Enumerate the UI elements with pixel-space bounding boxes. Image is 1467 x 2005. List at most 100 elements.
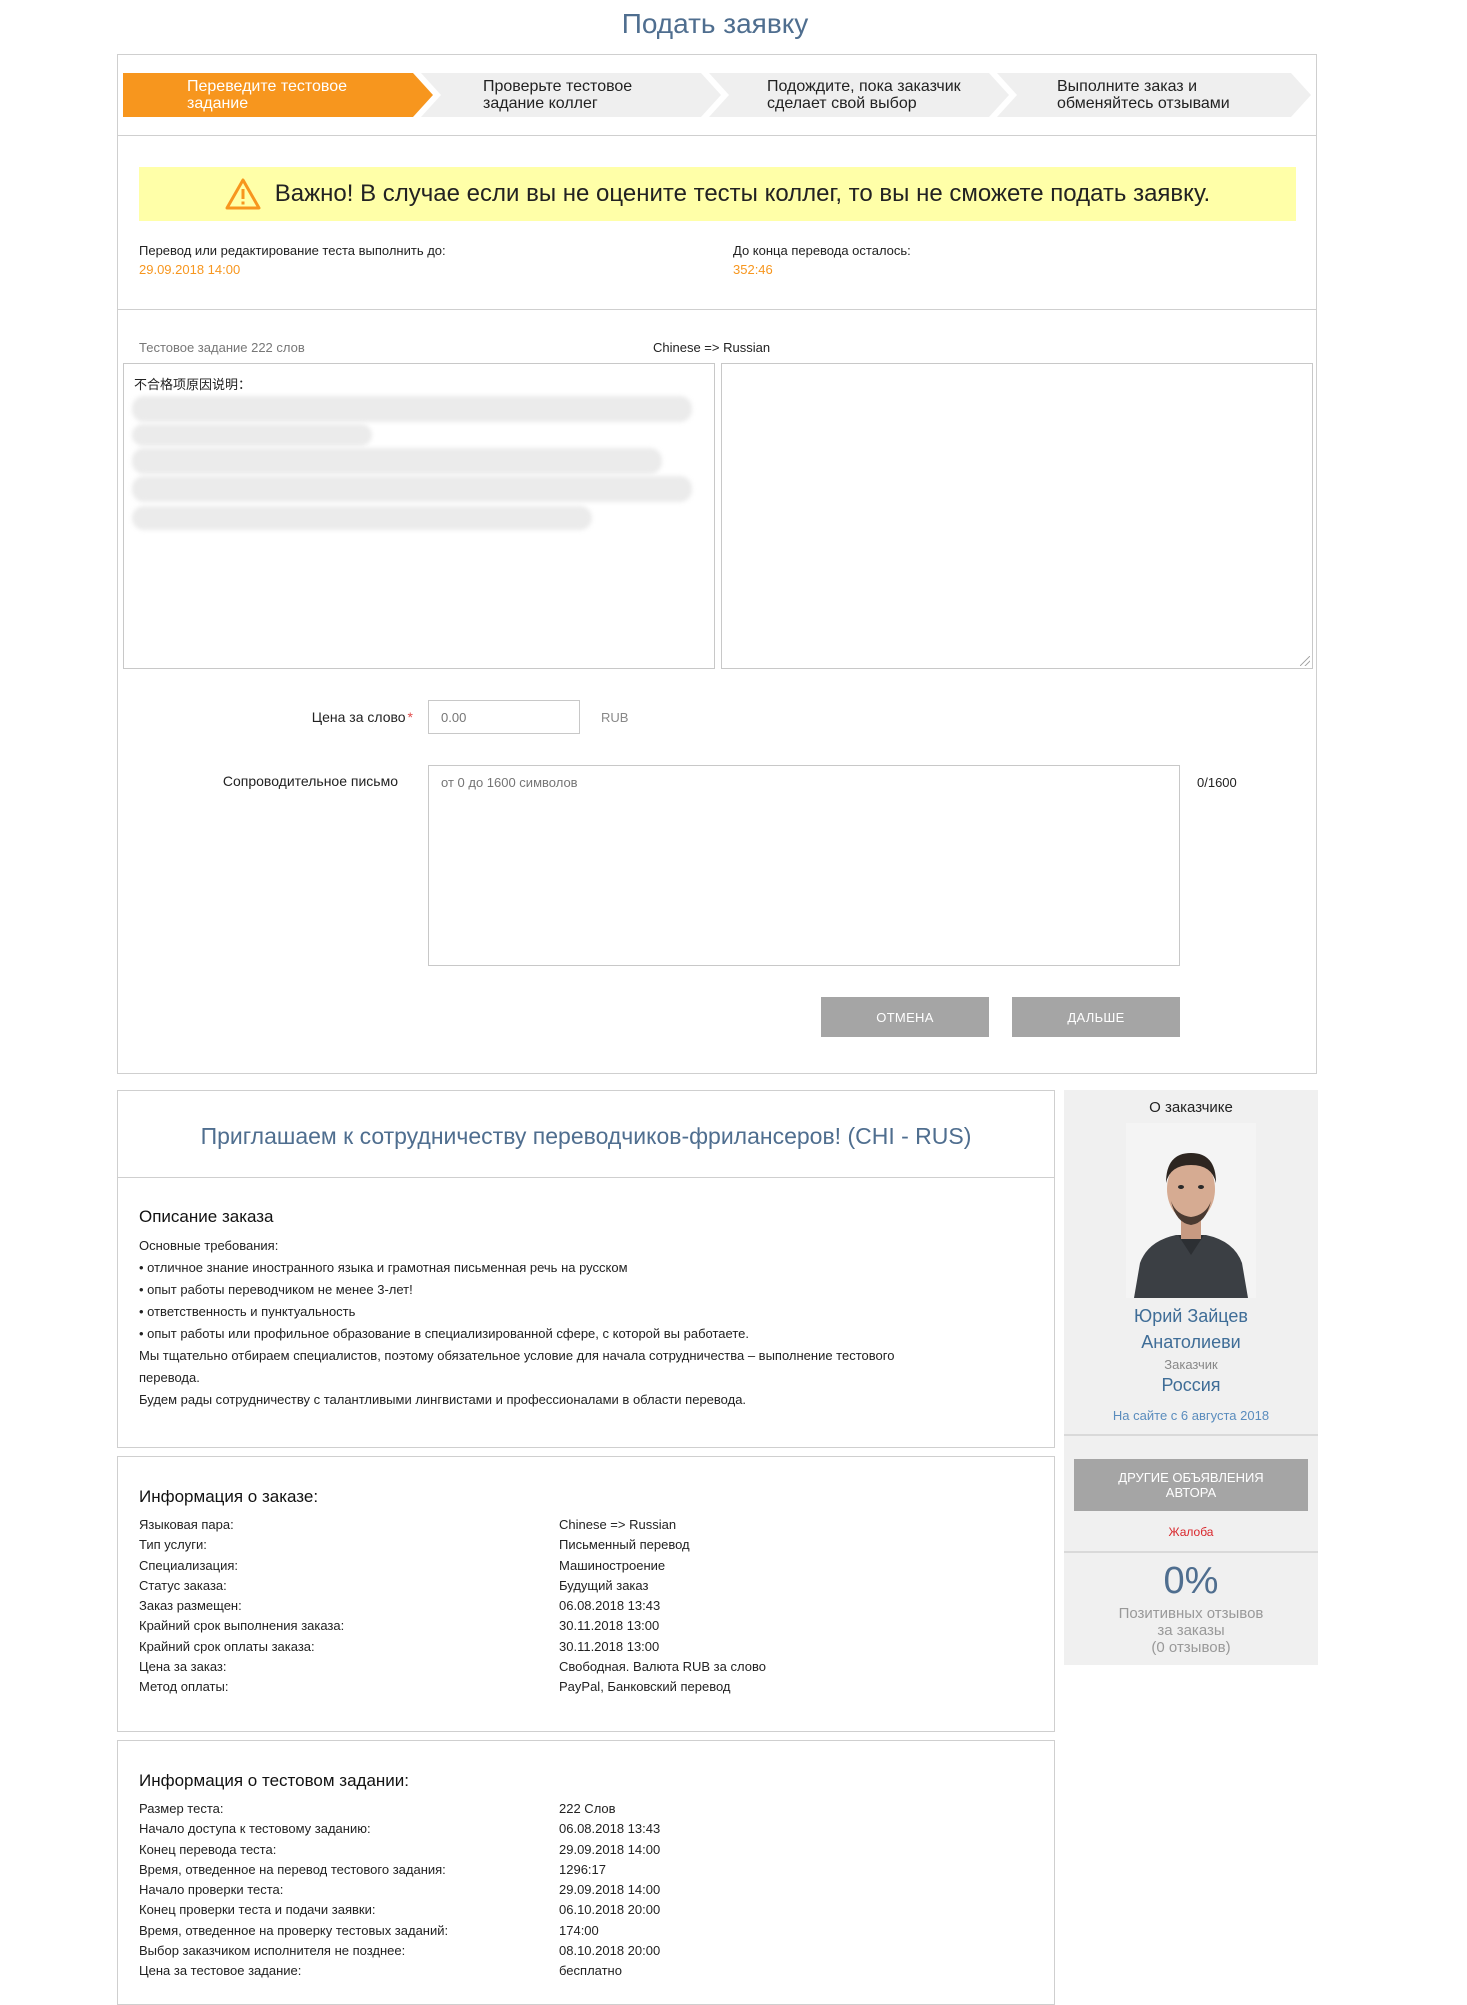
job-title: Приглашаем к сотрудничеству переводчиков… xyxy=(200,1123,972,1149)
cancel-button[interactable]: ОТМЕНА xyxy=(821,997,989,1037)
info-row: Метод оплаты: PayPal, Банковский перевод xyxy=(139,1677,766,1697)
customer-country: Россия xyxy=(1161,1375,1221,1395)
info-row: Начало проверки теста: 29.09.2018 14:00 xyxy=(139,1880,660,1900)
info-key: Языковая пара: xyxy=(139,1517,234,1532)
step-label-line2: обменяйтесь отзывами xyxy=(1057,95,1230,112)
info-value: 08.10.2018 20:00 xyxy=(559,1943,661,1959)
deadline-label: Перевод или редактирование теста выполни… xyxy=(139,243,446,258)
info-key: Статус заказа: xyxy=(139,1577,227,1593)
info-row: Специализация: Машиностроение xyxy=(139,1556,766,1576)
info-row: Языковая пара: Chinese => Russian xyxy=(139,1515,766,1535)
info-value: Будущий заказ xyxy=(559,1577,649,1593)
test-info-heading: Информация о тестовом задании: xyxy=(139,1771,410,1790)
info-row: Цена за заказ: Свободная. Валюта RUB за с… xyxy=(139,1657,766,1677)
other-author-ads-button[interactable]: ДРУГИЕ ОБЪЯВЛЕНИЯ АВТОРА xyxy=(1074,1459,1308,1511)
alert-text: Важно! В случае если вы не оцените тесты… xyxy=(274,180,1211,207)
step-label-line1: Выполните заказ и xyxy=(1057,78,1198,95)
test-language-pair: Chinese => Russian xyxy=(653,340,771,355)
description-line: Основные требования: xyxy=(139,1238,279,1253)
info-value: 06.08.2018 13:43 xyxy=(559,1821,661,1837)
step-translate-test: Переведите тестовое задание xyxy=(123,73,433,117)
info-key: Конец проверки теста и подачи заявки: xyxy=(139,1902,376,1918)
deadline-value: 29.09.2018 14:00 xyxy=(139,262,241,277)
info-row: Крайний срок выполнения заказа: 30.11.201… xyxy=(139,1616,766,1636)
info-key: Крайний срок оплаты заказа: xyxy=(139,1638,315,1654)
description-heading: Описание заказа xyxy=(139,1207,274,1226)
redacted-text xyxy=(132,476,692,502)
info-value: 29.09.2018 14:00 xyxy=(559,1882,661,1898)
cover-letter-label: Сопроводительное письмо xyxy=(222,773,398,789)
step-label-line2: задание коллег xyxy=(483,95,598,112)
next-button[interactable]: ДАЛЬШЕ xyxy=(1012,997,1180,1037)
customer-role: Заказчик xyxy=(1164,1357,1218,1372)
important-alert: Важно! В случае если вы не оцените тесты… xyxy=(139,167,1296,221)
character-counter: 0/1600 xyxy=(1197,775,1237,790)
info-value: 06.08.2018 13:43 xyxy=(559,1598,661,1614)
complaint-link[interactable]: Жалоба xyxy=(1064,1525,1318,1539)
description-line: • опыт работы или профильное образование… xyxy=(139,1326,749,1341)
info-key: Специализация: xyxy=(139,1557,238,1573)
price-label-text: Цена за слово xyxy=(311,709,406,725)
info-value: Письменный перевод xyxy=(559,1537,690,1553)
info-key: Размер теста: xyxy=(139,1801,224,1816)
description-line: Будем рады сотрудничеству с талантливыми… xyxy=(139,1392,747,1407)
info-key: Тип услуги: xyxy=(139,1537,207,1553)
remaining-value: 352:46 xyxy=(733,262,773,277)
source-first-line: 不合格项原因说明： xyxy=(134,377,252,392)
step-wait-customer: Подождите, пока заказчик сделает свой выб… xyxy=(709,73,1009,117)
currency-label: RUB xyxy=(601,710,629,725)
info-value: Свободная. Валюта RUB за слово xyxy=(559,1659,766,1675)
info-key: Заказ размещен: xyxy=(139,1598,242,1614)
info-key: Время, отведенное на проверку тестовых з… xyxy=(139,1922,449,1938)
remaining-block: До конца перевода осталось: 352:46 xyxy=(733,243,911,277)
step-label-line1: Переведите тестовое xyxy=(187,78,348,95)
description-line: • ответственность и пунктуальность xyxy=(139,1304,356,1319)
step-label-line2: задание xyxy=(187,95,249,112)
info-row: Начало доступа к тестовому заданию: 06.08… xyxy=(139,1819,660,1839)
positive-reviews-percent: 0% xyxy=(1163,1560,1219,1602)
step-label-line2: сделает свой выбор xyxy=(767,95,917,112)
page-title: Подать заявку xyxy=(621,8,809,39)
progress-steps: Переведите тестовое задание Проверьте тес… xyxy=(123,73,1311,117)
positive-reviews-line: (0 отзывов) xyxy=(1151,1639,1231,1656)
info-key: Начало доступа к тестовому заданию: xyxy=(139,1821,371,1837)
description-line: • опыт работы переводчиком не менее 3-ле… xyxy=(139,1282,413,1297)
divider xyxy=(118,135,1316,136)
cover-letter-textarea[interactable] xyxy=(428,765,1180,966)
redacted-text xyxy=(132,424,372,446)
resize-handle-icon[interactable] xyxy=(1300,656,1310,666)
divider xyxy=(1064,1551,1318,1553)
customer-card: О заказчике Юрий Зайцев Анатолиеви Заказ… xyxy=(1064,1090,1318,1665)
price-per-word-input[interactable] xyxy=(428,700,580,734)
info-row: Крайний срок оплаты заказа: 30.11.2018 13… xyxy=(139,1637,766,1657)
info-row: Размер теста: 222 Слов xyxy=(139,1799,660,1819)
info-key: Конец перевода теста: xyxy=(139,1841,277,1857)
source-text-box: 不合格项原因说明： xyxy=(123,363,715,669)
info-value: 06.10.2018 20:00 xyxy=(559,1902,661,1918)
info-row: Конец перевода теста: 29.09.2018 14:00 xyxy=(139,1840,660,1860)
info-row: Статус заказа: Будущий заказ xyxy=(139,1576,766,1596)
info-value: 29.09.2018 14:00 xyxy=(559,1841,661,1857)
redacted-text xyxy=(132,506,592,530)
order-info-panel: Информация о заказе: Языковая пара: Chine… xyxy=(117,1456,1055,1732)
customer-avatar[interactable] xyxy=(1126,1123,1256,1298)
step-review-colleagues: Проверьте тестовое задание коллег xyxy=(421,73,721,117)
customer-heading: О заказчике xyxy=(1149,1099,1233,1116)
info-value: Chinese => Russian xyxy=(559,1517,677,1532)
description-line: перевода. xyxy=(139,1370,200,1385)
positive-reviews-line: за заказы xyxy=(1157,1622,1225,1639)
price-label: Цена за слово * xyxy=(218,709,413,725)
required-mark: * xyxy=(407,709,413,725)
info-value: 222 Слов xyxy=(559,1801,616,1816)
description-line: • отличное знание иностранного языка и г… xyxy=(139,1260,628,1275)
step-complete-order: Выполните заказ и обменяйтесь отзывами xyxy=(997,73,1311,117)
translation-input[interactable] xyxy=(721,363,1313,669)
customer-patronymic[interactable]: Анатолиеви xyxy=(1064,1332,1318,1353)
application-panel: Переведите тестовое задание Проверьте тес… xyxy=(117,54,1317,1074)
info-key: Время, отведенное на перевод тестового з… xyxy=(139,1861,446,1877)
description-text: Основные требования: • отличное знание и… xyxy=(139,1235,894,1411)
customer-since: На сайте с 6 августа 2018 xyxy=(1112,1408,1270,1423)
info-key: Цена за тестовое задание: xyxy=(139,1963,302,1979)
customer-name[interactable]: Юрий Зайцев xyxy=(1064,1306,1318,1327)
info-value: Машиностроение xyxy=(559,1557,666,1573)
